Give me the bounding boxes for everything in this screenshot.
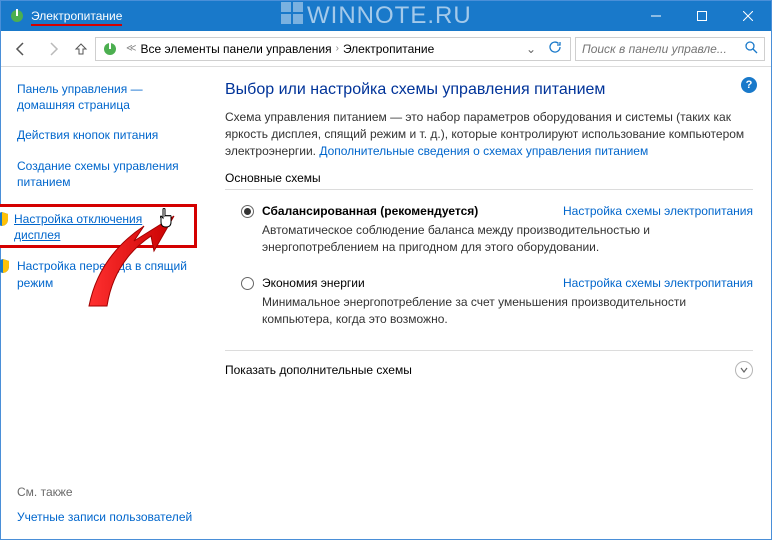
radio-balanced[interactable] (241, 205, 254, 218)
plan-balanced-name: Сбалансированная (рекомендуется) (262, 204, 478, 218)
page-description: Схема управления питанием — это набор па… (225, 109, 753, 159)
show-additional-plans[interactable]: Показать дополнительные схемы (225, 350, 753, 379)
search-input[interactable] (582, 42, 745, 56)
breadcrumb-item-current[interactable]: Электропитание (343, 42, 434, 56)
search-box[interactable] (575, 37, 765, 61)
up-button[interactable] (71, 35, 91, 63)
plan-saver-name: Экономия энергии (262, 276, 365, 290)
expander-label: Показать дополнительные схемы (225, 363, 412, 377)
body: Панель управления — домашняя страница Де… (1, 67, 771, 539)
section-main-plans: Основные схемы (225, 171, 753, 190)
annotation-underline (31, 24, 122, 26)
windows-logo-icon (281, 2, 303, 31)
see-also-title: См. также (17, 485, 192, 499)
plan-balanced-desc: Автоматическое соблюдение баланса между … (262, 222, 753, 256)
minimize-button[interactable] (633, 1, 679, 31)
see-also-section: См. также Учетные записи пользователей (17, 485, 192, 525)
content: ? Выбор или настройка схемы управления п… (201, 67, 771, 539)
maximize-button[interactable] (679, 1, 725, 31)
window-title: Электропитание (31, 9, 122, 23)
window: Электропитание WINNOTE.RU (0, 0, 772, 540)
annotation-highlight-box: Настройка отключения дисплея (0, 204, 197, 248)
sidebar-display-off-link[interactable]: Настройка отключения дисплея (14, 211, 188, 243)
page-heading: Выбор или настройка схемы управления пит… (225, 81, 753, 99)
plan-saver: Экономия энергии Настройка схемы электро… (225, 270, 753, 342)
close-button[interactable] (725, 1, 771, 31)
breadcrumb-dropdown[interactable]: ⌄ (520, 42, 542, 56)
power-options-icon (102, 41, 118, 57)
addressbar: ≪ Все элементы панели управления › Элект… (1, 31, 771, 67)
sidebar: Панель управления — домашняя страница Де… (1, 67, 201, 539)
forward-button[interactable] (39, 35, 67, 63)
plan-saver-settings-link[interactable]: Настройка схемы электропитания (563, 276, 753, 290)
radio-saver[interactable] (241, 277, 254, 290)
chevron-right-icon: › (336, 43, 339, 54)
breadcrumb[interactable]: ≪ Все элементы панели управления › Элект… (95, 37, 571, 61)
sidebar-create-plan-link[interactable]: Создание схемы управления питанием (17, 158, 191, 190)
control-panel-home-link[interactable]: Панель управления — домашняя страница (17, 81, 191, 113)
refresh-button[interactable] (542, 40, 568, 57)
shield-icon (0, 211, 10, 230)
watermark: WINNOTE.RU (281, 1, 472, 31)
breadcrumb-separator: ≪ (126, 43, 136, 54)
plan-balanced-settings-link[interactable]: Настройка схемы электропитания (563, 204, 753, 218)
sidebar-button-actions-link[interactable]: Действия кнопок питания (17, 127, 191, 143)
plan-saver-desc: Минимальное энергопотребление за счет ум… (262, 294, 753, 328)
search-icon[interactable] (745, 41, 758, 57)
help-icon[interactable]: ? (741, 77, 757, 93)
more-info-link[interactable]: Дополнительные сведения о схемах управле… (319, 144, 648, 158)
back-button[interactable] (7, 35, 35, 63)
sidebar-sleep-mode-link[interactable]: Настройка перехода в спящий режим (17, 258, 191, 290)
power-plug-icon (9, 8, 25, 24)
plan-balanced: Сбалансированная (рекомендуется) Настрой… (225, 198, 753, 270)
titlebar: Электропитание WINNOTE.RU (1, 1, 771, 31)
chevron-down-icon[interactable] (735, 361, 753, 379)
user-accounts-link[interactable]: Учетные записи пользователей (17, 509, 192, 525)
shield-icon (0, 258, 11, 274)
breadcrumb-item-all[interactable]: Все элементы панели управления (140, 42, 331, 56)
